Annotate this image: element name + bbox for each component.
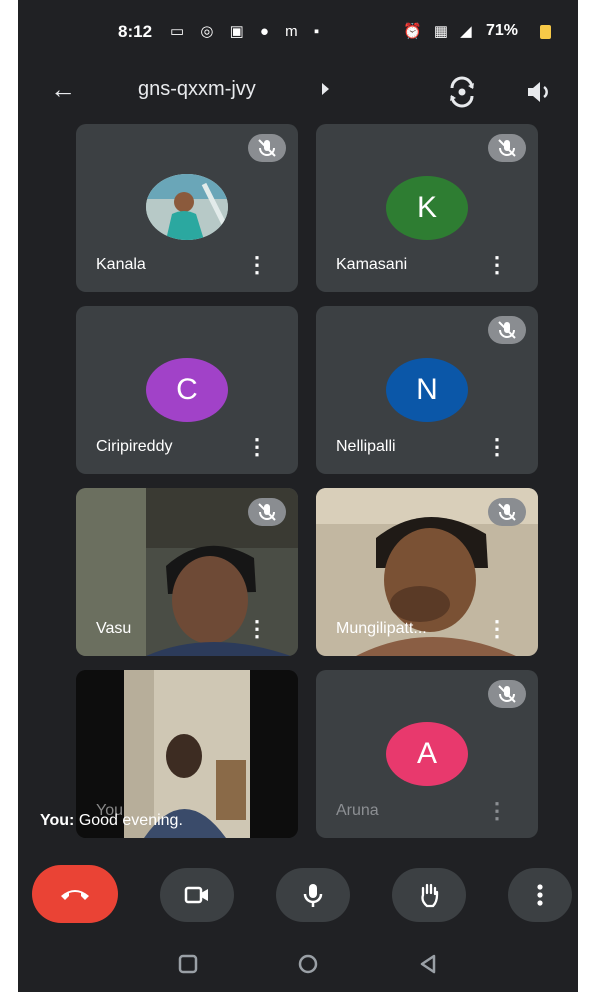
mic-off-icon	[248, 498, 286, 526]
back-arrow-icon[interactable]: ←	[50, 74, 76, 105]
avatar: C	[146, 358, 228, 422]
chevron-right-icon[interactable]	[322, 83, 329, 95]
back-nav-icon[interactable]	[416, 952, 440, 976]
home-icon[interactable]	[296, 952, 320, 976]
participant-tile-mungilipatt[interactable]: Mungilipatt... ⋮	[316, 488, 538, 656]
more-options-icon[interactable]: ⋮	[246, 254, 268, 276]
notification-icons: ▭ ◎ ▣ ● m ▪	[170, 23, 326, 40]
participant-tile-nellipalli[interactable]: N Nellipalli ⋮	[316, 306, 538, 474]
participant-tile-ciripireddy[interactable]: C Ciripireddy ⋮	[76, 306, 298, 474]
participant-tile-kamasani[interactable]: K Kamasani ⋮	[316, 124, 538, 292]
top-bar: ← gns-qxxm-jvy	[18, 64, 578, 120]
caption-speaker: You:	[40, 812, 75, 829]
status-bar: 8:12 ▭ ◎ ▣ ● m ▪ ⏰ ▦ ◢ 71%	[18, 0, 578, 64]
mic-toggle-button[interactable]	[276, 868, 350, 922]
more-vertical-icon	[537, 884, 543, 906]
more-options-icon[interactable]: ⋮	[246, 436, 268, 458]
avatar: N	[386, 358, 468, 422]
system-icons: ⏰ ▦ ◢	[403, 23, 476, 40]
participant-tile-kanala[interactable]: Kanala ⋮	[76, 124, 298, 292]
battery-percent: 71%	[486, 22, 519, 39]
microphone-icon	[303, 884, 323, 907]
status-time: 8:12	[118, 22, 153, 41]
mic-off-icon	[488, 316, 526, 344]
participant-name: Ciripireddy	[96, 438, 173, 455]
participant-name: Nellipalli	[336, 438, 396, 455]
meeting-code[interactable]: gns-qxxm-jvy	[138, 78, 256, 101]
avatar: K	[386, 176, 468, 240]
more-options-icon[interactable]: ⋮	[486, 618, 508, 640]
hand-icon	[421, 883, 439, 908]
mic-off-icon	[488, 680, 526, 708]
system-navigation-bar	[18, 936, 578, 992]
participant-name: Kanala	[96, 256, 146, 273]
meet-screen: 8:12 ▭ ◎ ▣ ● m ▪ ⏰ ▦ ◢ 71% ← gns-qxxm-jv…	[18, 0, 578, 992]
more-options-button[interactable]	[508, 868, 572, 922]
speaker-icon[interactable]	[522, 76, 554, 108]
battery-icon	[540, 25, 551, 39]
participant-name: Aruna	[336, 802, 379, 819]
switch-camera-icon[interactable]	[446, 76, 478, 108]
camera-toggle-button[interactable]	[160, 868, 234, 922]
participant-tile-vasu[interactable]: Vasu ⋮	[76, 488, 298, 656]
participant-name: Vasu	[96, 620, 132, 637]
participant-name: Mungilipatt...	[336, 620, 427, 637]
more-options-icon[interactable]: ⋮	[486, 436, 508, 458]
more-options-icon[interactable]: ⋮	[246, 618, 268, 640]
call-controls	[18, 850, 578, 936]
hang-up-icon	[61, 890, 89, 900]
more-options-icon[interactable]: ⋮	[486, 800, 508, 822]
end-call-button[interactable]	[32, 865, 118, 923]
video-camera-icon	[184, 886, 208, 904]
participant-tile-aruna[interactable]: A Aruna ⋮	[316, 670, 538, 838]
avatar-photo	[146, 174, 228, 240]
live-caption: You: Good evening.	[40, 812, 183, 830]
raise-hand-button[interactable]	[392, 868, 466, 922]
recents-icon[interactable]	[176, 952, 200, 976]
caption-text: Good evening.	[78, 812, 183, 829]
more-options-icon[interactable]: ⋮	[486, 254, 508, 276]
participant-name: Kamasani	[336, 256, 408, 273]
mic-off-icon	[488, 134, 526, 162]
mic-off-icon	[248, 134, 286, 162]
avatar: A	[386, 722, 468, 786]
mic-off-icon	[488, 498, 526, 526]
